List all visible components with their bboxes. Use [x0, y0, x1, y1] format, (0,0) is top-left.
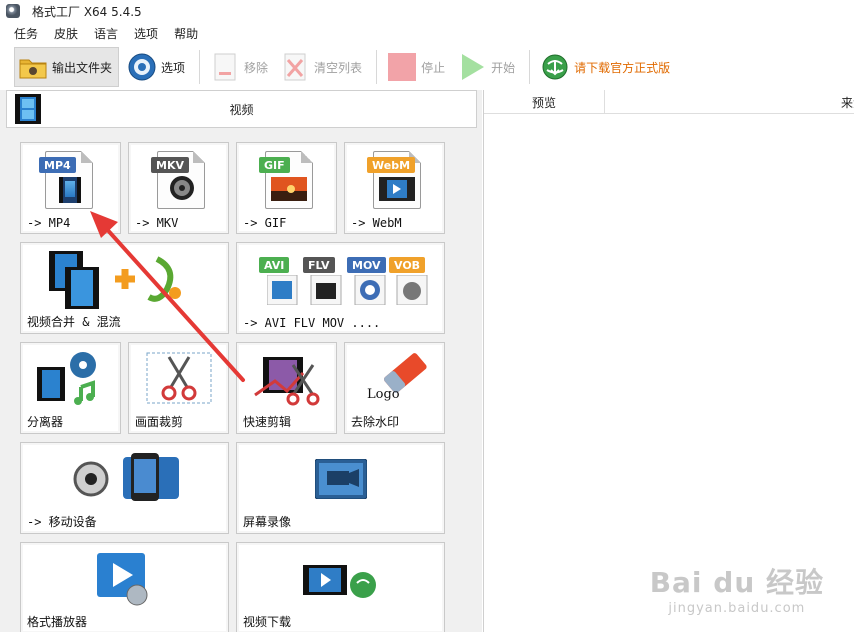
tile-mobile-device[interactable]: -> 移动设备 [20, 442, 229, 534]
video-download-icon [303, 565, 376, 598]
baidu-jingyan-watermark: Bai du 经验 jingyan.baidu.com [650, 561, 824, 616]
start-button[interactable]: 开始 [453, 47, 519, 87]
toolbar: 输出文件夹 选项 移除 清空列表 停止 开始 请下载官方正式版 [0, 44, 854, 90]
remove-button[interactable]: 移除 [206, 47, 272, 87]
tile-to-gif[interactable]: GIF -> GIF [236, 142, 337, 234]
mobile-devices-icon [73, 453, 179, 501]
start-label: 开始 [491, 60, 516, 75]
tile-video-merge[interactable]: 视频合并 & 混流 [20, 242, 229, 334]
stop-icon [387, 52, 417, 82]
toolbar-separator [376, 50, 378, 84]
tile-to-mkv[interactable]: MKV -> MKV [128, 142, 229, 234]
category-label: 视频 [229, 102, 254, 117]
tile-label: -> MKV [135, 216, 179, 230]
merge-films-icon [49, 251, 181, 309]
tile-label: 去除水印 [351, 415, 400, 429]
vob-badge: VOB [389, 257, 426, 273]
tile-remove-watermark[interactable]: Logo 去除水印 [344, 342, 445, 434]
menu-skin[interactable]: 皮肤 [54, 25, 78, 42]
tile-label: -> MP4 [27, 216, 71, 230]
tile-label: -> AVI FLV MOV .... [243, 316, 381, 330]
splitter-icon [37, 352, 96, 405]
screen-record-icon [315, 459, 367, 499]
tile-label: 屏幕录像 [243, 515, 292, 529]
output-folder-label: 输出文件夹 [52, 60, 113, 75]
options-gear-icon [127, 52, 157, 82]
tile-format-player[interactable]: 格式播放器 [20, 542, 229, 632]
tile-label: 格式播放器 [27, 615, 88, 629]
tile-label: -> 移动设备 [27, 515, 97, 529]
window-title: 格式工厂 X64 5.4.5 [32, 4, 142, 19]
task-list-panel: 预览 来源 Bai du 经验 jingyan.baidu.com [483, 90, 854, 632]
play-icon [457, 52, 487, 82]
crop-scissors-icon [146, 352, 212, 404]
tile-video-download[interactable]: 视频下载 [236, 542, 445, 632]
format-factory-window: 格式工厂 X64 5.4.5 任务 皮肤 语言 选项 帮助 输出文件夹 选项 移… [0, 0, 854, 632]
remove-file-icon [210, 52, 240, 82]
menu-bar: 任务 皮肤 语言 选项 帮助 [0, 22, 854, 44]
tile-to-mp4[interactable]: MP4 -> MP4 [20, 142, 121, 234]
app-logo-icon [6, 4, 20, 18]
options-label: 选项 [161, 60, 186, 75]
logo-text: Logo [367, 387, 400, 402]
globe-download-icon [540, 52, 570, 82]
column-source-label: 来源 [840, 95, 854, 110]
toolbar-separator [529, 50, 531, 84]
download-official-button[interactable]: 请下载官方正式版 [536, 47, 674, 87]
column-source[interactable]: 来源 [605, 90, 854, 114]
tile-label: 画面裁剪 [135, 415, 184, 429]
folder-icon [18, 52, 48, 82]
watermark-main: Bai du 经验 [649, 566, 824, 599]
tile-label: 视频下载 [243, 615, 292, 629]
download-official-label: 请下载官方正式版 [574, 60, 671, 75]
tile-screen-record[interactable]: 屏幕录像 [236, 442, 445, 534]
avi-badge: AVI [259, 257, 290, 273]
column-preview[interactable]: 预览 [484, 90, 605, 114]
tile-label: -> WebM [351, 216, 402, 230]
clear-list-label: 清空列表 [314, 60, 363, 75]
clear-list-icon [280, 52, 310, 82]
clear-list-button[interactable]: 清空列表 [276, 47, 366, 87]
category-video-header[interactable]: 视频 [6, 90, 477, 128]
watermark-sub: jingyan.baidu.com [668, 601, 806, 616]
task-list-header: 预览 来源 [484, 90, 854, 114]
stop-label: 停止 [421, 60, 446, 75]
tile-to-multi-formats[interactable]: AVI FLV MOV VOB -> AVI FLV MOV .... [236, 242, 445, 334]
mp4-badge: MP4 [39, 157, 76, 173]
mkv-badge: MKV [151, 157, 189, 173]
output-folder-button[interactable]: 输出文件夹 [14, 47, 120, 87]
tile-label: 视频合并 & 混流 [27, 315, 121, 329]
tile-label: -> GIF [243, 216, 287, 230]
menu-tasks[interactable]: 任务 [14, 25, 38, 42]
tile-quick-cut[interactable]: 快速剪辑 [236, 342, 337, 434]
tile-to-webm[interactable]: WebM -> WebM [344, 142, 445, 234]
multi-format-icons: AVI FLV MOV VOB [259, 257, 429, 307]
player-icon [97, 553, 148, 606]
webm-badge: WebM [367, 157, 416, 173]
mov-badge: MOV [347, 257, 386, 273]
quick-cut-icon [254, 357, 320, 406]
flv-badge: FLV [303, 257, 335, 273]
options-button[interactable]: 选项 [123, 47, 189, 87]
menu-options[interactable]: 选项 [134, 25, 158, 42]
tile-label: 分离器 [27, 415, 64, 429]
tile-label: 快速剪辑 [243, 415, 292, 429]
tile-splitter[interactable]: 分离器 [20, 342, 121, 434]
title-bar: 格式工厂 X64 5.4.5 [0, 0, 854, 22]
tile-crop[interactable]: 画面裁剪 [128, 342, 229, 434]
stop-button[interactable]: 停止 [383, 47, 449, 87]
function-panel: 视频 MP4 -> MP4 MKV -> MKV GIF -> GIF WebM… [0, 90, 482, 632]
menu-help[interactable]: 帮助 [174, 25, 198, 42]
toolbar-separator [199, 50, 201, 84]
gif-badge: GIF [259, 157, 290, 173]
menu-language[interactable]: 语言 [94, 25, 118, 42]
remove-label: 移除 [244, 60, 269, 75]
